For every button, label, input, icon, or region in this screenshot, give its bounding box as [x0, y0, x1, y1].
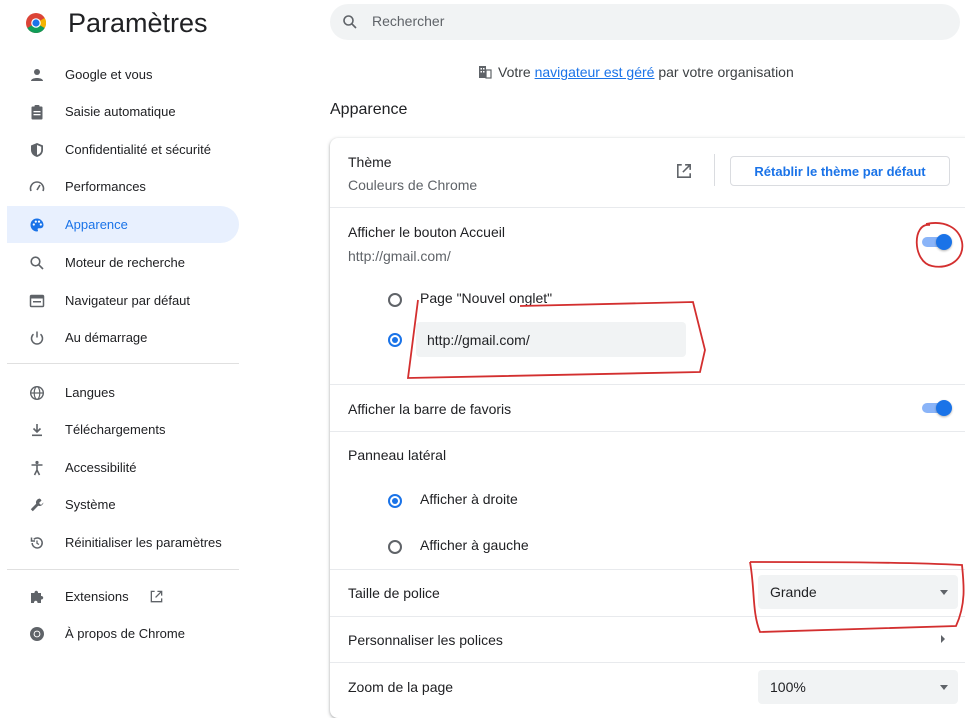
- chevron-down-icon: [940, 685, 948, 690]
- sidebar-item-navigateur-par-defaut[interactable]: Navigateur par défaut: [7, 282, 239, 319]
- radio-side-panel-left[interactable]: [388, 540, 402, 554]
- row-divider: [330, 569, 965, 570]
- sidebar-item-performances[interactable]: Performances: [7, 168, 239, 205]
- sidebar-item-label: Saisie automatique: [65, 104, 176, 119]
- row-divider: [330, 431, 965, 432]
- page-zoom-label: Zoom de la page: [348, 679, 454, 695]
- chevron-down-icon: [940, 590, 948, 595]
- section-title: Apparence: [330, 101, 408, 118]
- sidebar-item-label: Moteur de recherche: [65, 255, 185, 270]
- globe-icon: [29, 385, 45, 401]
- custom-url-input[interactable]: http://gmail.com/: [416, 322, 686, 357]
- building-icon: [479, 66, 492, 79]
- home-button-label: Afficher le bouton Accueil: [348, 224, 505, 240]
- font-size-select[interactable]: Grande: [758, 575, 958, 609]
- puzzle-icon: [31, 590, 44, 603]
- clipboard-icon: [31, 105, 43, 120]
- sidebar-item-label: Google et vous: [65, 67, 153, 82]
- chrome-logo-icon: [30, 627, 44, 641]
- download-icon: [32, 424, 42, 437]
- external-link-icon[interactable]: [675, 162, 693, 180]
- sidebar-item-label: À propos de Chrome: [65, 626, 185, 641]
- radio-side-panel-right-label: Afficher à droite: [420, 491, 518, 507]
- managed-notice-suffix: par votre organisation: [654, 64, 794, 80]
- sidebar-item-saisie-automatique[interactable]: Saisie automatique: [7, 93, 239, 130]
- row-divider: [330, 207, 965, 208]
- font-size-label: Taille de police: [348, 585, 440, 601]
- sidebar-divider: [7, 569, 239, 570]
- row-divider: [330, 662, 965, 663]
- search-icon: [30, 256, 44, 270]
- speedometer-icon: [29, 181, 45, 192]
- restore-icon: [30, 537, 43, 549]
- appearance-card: Thème Couleurs de Chrome Rétablir le thè…: [330, 138, 965, 718]
- browser-window-icon: [29, 294, 45, 308]
- page-zoom-value: 100%: [770, 679, 806, 695]
- managed-notice-link[interactable]: navigateur est géré: [535, 64, 655, 80]
- row-divider: [330, 384, 965, 385]
- sidebar-item-accessibilite[interactable]: Accessibilité: [7, 449, 239, 486]
- bookmarks-bar-label: Afficher la barre de favoris: [348, 401, 512, 417]
- sidebar-item-label: Au démarrage: [65, 330, 148, 345]
- search-icon: [343, 15, 357, 29]
- chrome-logo-icon: [26, 13, 46, 33]
- theme-value: Couleurs de Chrome: [348, 177, 478, 193]
- customize-fonts-label[interactable]: Personnaliser les polices: [348, 632, 503, 648]
- home-button-url: http://gmail.com/: [348, 248, 451, 264]
- bookmarks-bar-toggle[interactable]: [922, 400, 952, 416]
- radio-new-tab-page[interactable]: [388, 293, 402, 307]
- search-input[interactable]: Rechercher: [330, 4, 960, 40]
- sidebar-item-label: Apparence: [65, 217, 128, 232]
- page-zoom-select[interactable]: 100%: [758, 670, 958, 704]
- sidebar-item-moteur-de-recherche[interactable]: Moteur de recherche: [7, 244, 239, 281]
- sidebar-item-google-et-vous[interactable]: Google et vous: [7, 56, 239, 93]
- power-icon: [30, 331, 44, 345]
- external-link-icon: [150, 590, 163, 603]
- sidebar-item-label: Confidentialité et sécurité: [65, 142, 211, 157]
- sidebar-divider: [7, 363, 239, 364]
- chevron-right-icon[interactable]: [941, 635, 945, 643]
- search-placeholder: Rechercher: [372, 13, 445, 29]
- reset-theme-button[interactable]: Rétablir le thème par défaut: [730, 156, 950, 186]
- row-divider: [330, 616, 965, 617]
- sidebar-item-telechargements[interactable]: Téléchargements: [7, 411, 239, 448]
- wrench-icon: [30, 498, 44, 512]
- accessibility-icon: [31, 460, 43, 476]
- sidebar-item-a-propos[interactable]: À propos de Chrome: [7, 615, 239, 652]
- radio-side-panel-right[interactable]: [388, 494, 402, 508]
- palette-icon: [30, 218, 44, 232]
- sidebar-item-systeme[interactable]: Système: [7, 486, 239, 523]
- radio-custom-url[interactable]: [388, 333, 402, 347]
- radio-new-tab-page-label: Page "Nouvel onglet": [420, 290, 553, 306]
- sidebar-item-label: Extensions: [65, 589, 129, 604]
- sidebar-item-langues[interactable]: Langues: [7, 374, 239, 411]
- radio-side-panel-left-label: Afficher à gauche: [420, 537, 529, 553]
- sidebar-item-label: Système: [65, 497, 116, 512]
- managed-notice-prefix: Votre: [498, 64, 535, 80]
- managed-notice: Votre navigateur est géré par votre orga…: [478, 64, 794, 80]
- side-panel-label: Panneau latéral: [348, 447, 447, 463]
- shield-icon: [31, 143, 43, 157]
- sidebar-item-reinitialiser[interactable]: Réinitialiser les paramètres: [7, 524, 239, 561]
- sidebar-item-extensions[interactable]: Extensions: [7, 578, 239, 615]
- sidebar-item-label: Réinitialiser les paramètres: [65, 535, 222, 550]
- sidebar-item-label: Téléchargements: [65, 422, 166, 437]
- font-size-value: Grande: [770, 584, 817, 600]
- person-icon: [31, 69, 43, 81]
- vertical-divider: [714, 154, 715, 186]
- sidebar-item-label: Performances: [65, 179, 146, 194]
- page-title: Paramètres: [68, 8, 208, 38]
- sidebar-item-apparence[interactable]: Apparence: [7, 206, 239, 243]
- theme-label: Thème: [348, 154, 392, 170]
- home-button-toggle[interactable]: [922, 234, 952, 250]
- sidebar-item-label: Langues: [65, 385, 115, 400]
- sidebar-item-confidentialite[interactable]: Confidentialité et sécurité: [7, 131, 239, 168]
- sidebar-item-au-demarrage[interactable]: Au démarrage: [7, 319, 239, 356]
- sidebar-item-label: Navigateur par défaut: [65, 293, 191, 308]
- sidebar-item-label: Accessibilité: [65, 460, 137, 475]
